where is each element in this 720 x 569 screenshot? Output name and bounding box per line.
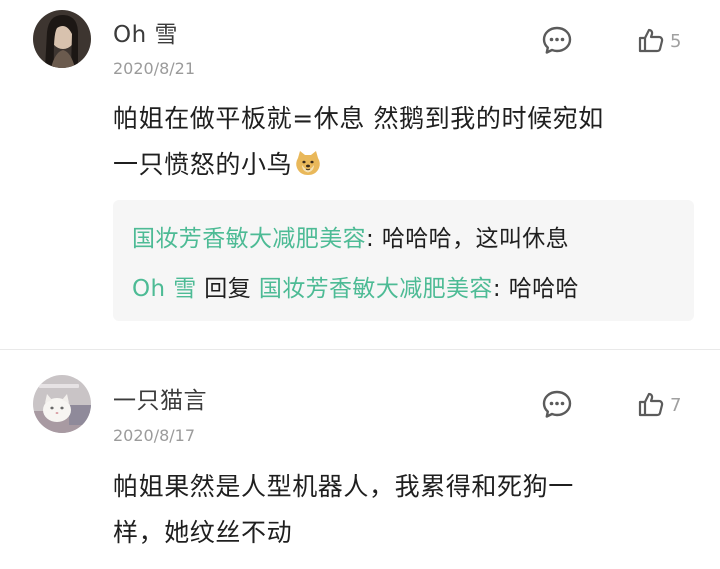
avatar[interactable]	[33, 375, 91, 433]
comment-date: 2020/8/17	[113, 426, 196, 445]
reply-item[interactable]: Oh 雪 回复 国妆芳香敏大减肥美容: 哈哈哈	[132, 269, 579, 303]
reply-target[interactable]: 国妆芳香敏大减肥美容	[259, 276, 493, 302]
reply-author[interactable]: Oh 雪	[132, 276, 197, 302]
like-button[interactable]: 5	[636, 26, 681, 56]
comment-text-line: 帕姐果然是人型机器人，我累得和死狗一	[113, 472, 574, 501]
comment-date: 2020/8/21	[113, 59, 196, 78]
username[interactable]: 一只猫言	[113, 381, 207, 415]
doge-emoji-icon	[294, 149, 322, 183]
reply-button[interactable]	[540, 23, 574, 57]
thumbs-up-icon	[638, 28, 664, 53]
comment-text-line: 样，她纹丝不动	[113, 518, 293, 547]
avatar-dark-photo-icon	[33, 10, 91, 68]
reply-separator: :	[366, 226, 382, 252]
username[interactable]: Oh 雪	[113, 15, 178, 49]
reply-item[interactable]: 国妆芳香敏大减肥美容: 哈哈哈，这叫休息	[132, 219, 569, 253]
comment-text: 一只愤怒的小鸟	[113, 150, 293, 179]
like-count: 7	[670, 394, 682, 416]
reply-author[interactable]: 国妆芳香敏大减肥美容	[132, 226, 366, 252]
like-button[interactable]: 7	[636, 390, 681, 420]
reply-button[interactable]	[540, 387, 574, 421]
reply-word: 回复	[196, 276, 259, 302]
comment-text-line: 帕姐在做平板就=休息 然鹅到我的时候宛如	[113, 104, 604, 133]
thumbs-up-icon	[638, 392, 664, 417]
chat-bubble-icon	[542, 26, 572, 54]
comment-text-line: 一只愤怒的小鸟	[113, 145, 322, 183]
comment-item: Oh 雪 2020/8/21 5 帕姐在做平板就=休息 然鹅到我的时候宛如 一只…	[0, 0, 720, 349]
avatar-white-cat-photo-icon	[33, 375, 91, 433]
chat-bubble-icon	[542, 390, 572, 418]
like-count: 5	[670, 30, 682, 52]
reply-text: 哈哈哈	[508, 276, 579, 302]
avatar[interactable]	[33, 10, 91, 68]
replies-box: 国妆芳香敏大减肥美容: 哈哈哈，这叫休息 Oh 雪 回复 国妆芳香敏大减肥美容:…	[113, 200, 694, 321]
reply-text: 哈哈哈，这叫休息	[381, 226, 570, 252]
reply-separator: :	[492, 276, 509, 302]
comment-item: 一只猫言 2020/8/17 7 帕姐果然是人型机器人，我累得和死狗一 样，她纹…	[0, 350, 720, 569]
